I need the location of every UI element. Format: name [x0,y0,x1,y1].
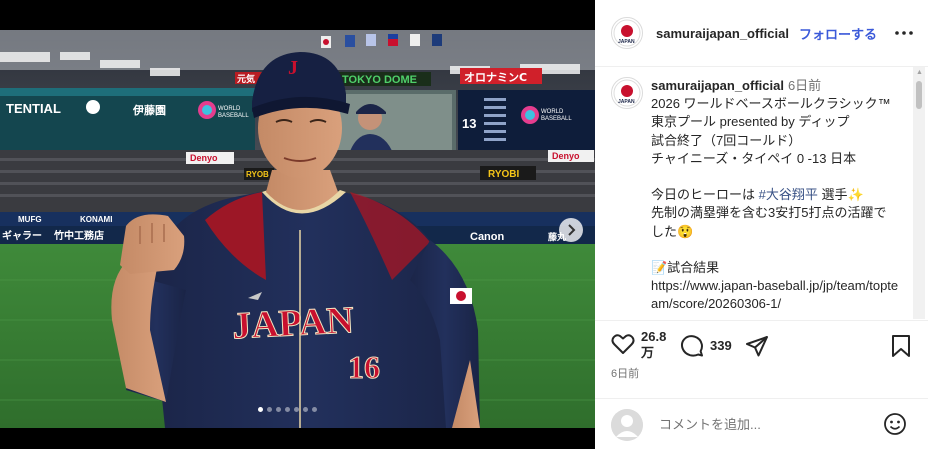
sign-ryobi-right: RYOBI [488,169,520,180]
hashtag-link[interactable]: #大谷翔平 [759,187,818,202]
svg-text:BASEBALL: BASEBALL [541,116,572,122]
caption-line-1: 2026 ワールドベースボールクラシック™ 東京プール presented by… [651,96,895,130]
action-bar: 26.8 万 339 6日前 [595,320,928,401]
sign-oronamin: オロナミンC [464,71,527,84]
scroll-up-arrow-icon[interactable]: ▲ [916,69,923,77]
sign-genki: 元気 [237,73,255,85]
more-options-button[interactable] [894,24,914,42]
sign-gyaraa: ギャラー [2,229,42,242]
post-date[interactable]: 6日前 [611,365,639,381]
share-icon [746,336,768,357]
caption-avatar[interactable]: JAPAN [611,77,643,109]
avatar[interactable]: JAPAN [611,17,643,49]
caption-line-5: 今日のヒーローは #大谷翔平 選手✨ [651,187,864,203]
sign-itoen: 伊藤園 [132,103,166,117]
post-side-panel: JAPAN samuraijapan_official フォローする JAPAN… [595,0,928,449]
comment-icon [680,335,703,357]
carousel-dot [276,407,281,412]
sign-tential: TENTIAL [6,101,61,116]
sign-canon: Canon [470,231,505,243]
sign-mufg: MUFG [18,215,42,224]
share-button[interactable] [745,334,769,358]
svg-text:JAPAN: JAPAN [618,99,635,105]
like-count[interactable]: 26.8 万 [641,329,666,361]
heart-icon [611,334,635,354]
next-image-button[interactable] [559,218,583,242]
current-user-avatar [611,408,643,441]
svg-text:BASEBALL: BASEBALL [218,113,249,119]
bookmark-icon [892,335,910,357]
more-icon [895,31,913,35]
comment-input[interactable] [657,416,871,433]
post-header: JAPAN samuraijapan_official フォローする [595,0,928,67]
caption-line-8: 📝試合結果 [651,260,720,275]
samurai-japan-logo-icon: JAPAN [613,19,641,47]
svg-text:WORLD: WORLD [218,106,241,112]
sign-denyo-left: Denyo [190,153,218,163]
emoji-button[interactable] [884,413,906,435]
save-button[interactable] [891,334,911,358]
carousel-dot [267,407,272,412]
caption-time: 6日前 [787,78,822,93]
caption-area[interactable]: JAPAN samuraijapan_official 6日前 2026 ワールド… [595,67,928,319]
sign-ryobi-left: RYOB [246,170,269,179]
jersey-number: 16 [348,349,380,385]
svg-text:WORLD: WORLD [541,109,564,115]
carousel-dot [258,407,263,412]
media-pane: 元気 TOKYO DOME オロナミンC TENTIAL 伊藤園 WORLD B… [0,0,595,449]
comment-button[interactable]: 339 [680,334,732,358]
svg-text:JAPAN: JAPAN [618,39,635,45]
sign-denyo-right: Denyo [552,151,580,161]
caption-scrollbar[interactable]: ▲ [913,67,925,319]
emoji-icon [884,413,906,435]
carousel-dot [303,407,308,412]
jersey-japan: JAPAN [231,299,355,347]
avatar-icon [611,408,643,441]
sign-tokyo-dome: TOKYO DOME [342,74,417,86]
caption-line-3: チャイニーズ・タイペイ 0 -13 日本 [651,150,857,166]
comment-bar [595,398,928,450]
post-username[interactable]: samuraijapan_official [656,26,789,41]
carousel-dot [294,407,299,412]
caption-line-2: 試合終了（7回コールド） [651,132,802,148]
caption-line-7 [651,241,899,259]
carousel-indicator [258,407,317,412]
next-icon [568,224,576,236]
follow-button[interactable]: フォローする [799,24,877,43]
caption-line-6: 先制の満塁弾を含む3安打5打点の活躍でした😲 [651,205,887,239]
caption-username[interactable]: samuraijapan_official [651,78,784,93]
carousel-dot [285,407,290,412]
samurai-japan-logo-icon: JAPAN [613,79,641,107]
comment-count: 339 [710,338,732,353]
post-photo[interactable]: 元気 TOKYO DOME オロナミンC TENTIAL 伊藤園 WORLD B… [0,30,595,428]
sign-takenaka: 竹中工務店 [53,229,104,242]
caption-line-4 [651,168,899,186]
scroll-thumb[interactable] [916,81,922,109]
result-url-link[interactable]: https://www.japan-baseball.jp/jp/team/to… [651,277,899,313]
cap-letter: J [288,57,298,79]
like-count-line-2: 万 [641,345,655,360]
like-button[interactable] [611,333,635,355]
score-number: 13 [462,116,476,131]
carousel-dot [312,407,317,412]
sign-konami: KONAMI [80,215,112,224]
like-count-line-1: 26.8 [641,329,667,344]
caption-text: samuraijapan_official 6日前 2026 ワールドベースボール… [651,77,899,314]
